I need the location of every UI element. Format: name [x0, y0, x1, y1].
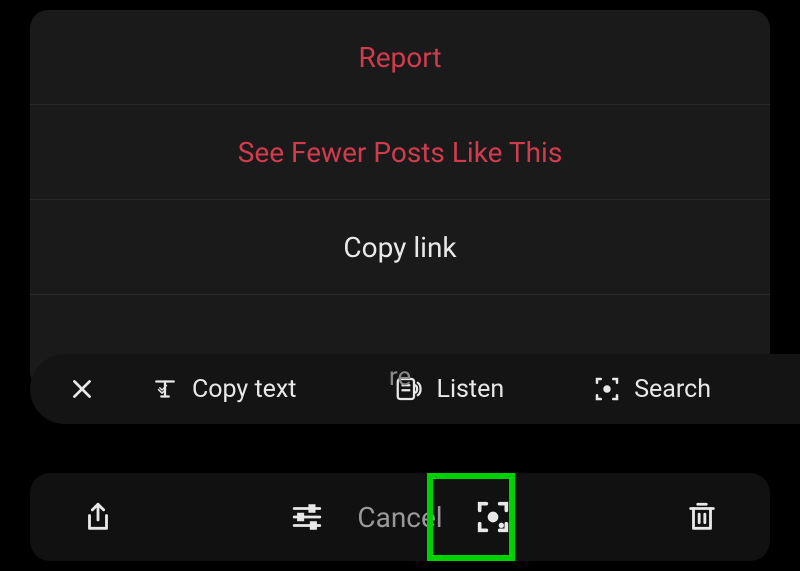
- tune-button[interactable]: [279, 489, 335, 545]
- lens-capture-icon: [473, 497, 513, 537]
- bottom-center-group: Cancel: [279, 489, 520, 545]
- cancel-button[interactable]: Cancel: [357, 501, 442, 534]
- lens-icon: [592, 374, 622, 404]
- close-button[interactable]: [58, 376, 106, 402]
- see-fewer-label: See Fewer Posts Like This: [238, 136, 563, 169]
- sliders-icon: [290, 500, 324, 534]
- speech-icon: [394, 374, 424, 404]
- text-select-icon: [150, 374, 180, 404]
- report-label: Report: [358, 41, 441, 74]
- listen-button[interactable]: Listen: [380, 366, 518, 412]
- search-button[interactable]: Search: [578, 366, 725, 412]
- text-actions-bar: Copy text Listen Search: [30, 354, 800, 424]
- bottom-toolbar: Cancel: [30, 473, 770, 561]
- search-label: Search: [634, 375, 711, 404]
- copy-text-button[interactable]: Copy text: [136, 366, 310, 412]
- report-button[interactable]: Report: [30, 10, 770, 105]
- listen-label: Listen: [436, 375, 504, 404]
- share-icon: [81, 500, 115, 534]
- share-button[interactable]: [70, 489, 126, 545]
- lens-button[interactable]: [465, 489, 521, 545]
- see-fewer-button[interactable]: See Fewer Posts Like This: [30, 105, 770, 200]
- trash-icon: [685, 500, 719, 534]
- delete-button[interactable]: [674, 489, 730, 545]
- copy-link-button[interactable]: Copy link: [30, 200, 770, 295]
- copy-link-label: Copy link: [343, 231, 456, 264]
- action-sheet: Report See Fewer Posts Like This Copy li…: [30, 10, 770, 390]
- close-icon: [69, 376, 95, 402]
- copy-text-label: Copy text: [192, 375, 296, 404]
